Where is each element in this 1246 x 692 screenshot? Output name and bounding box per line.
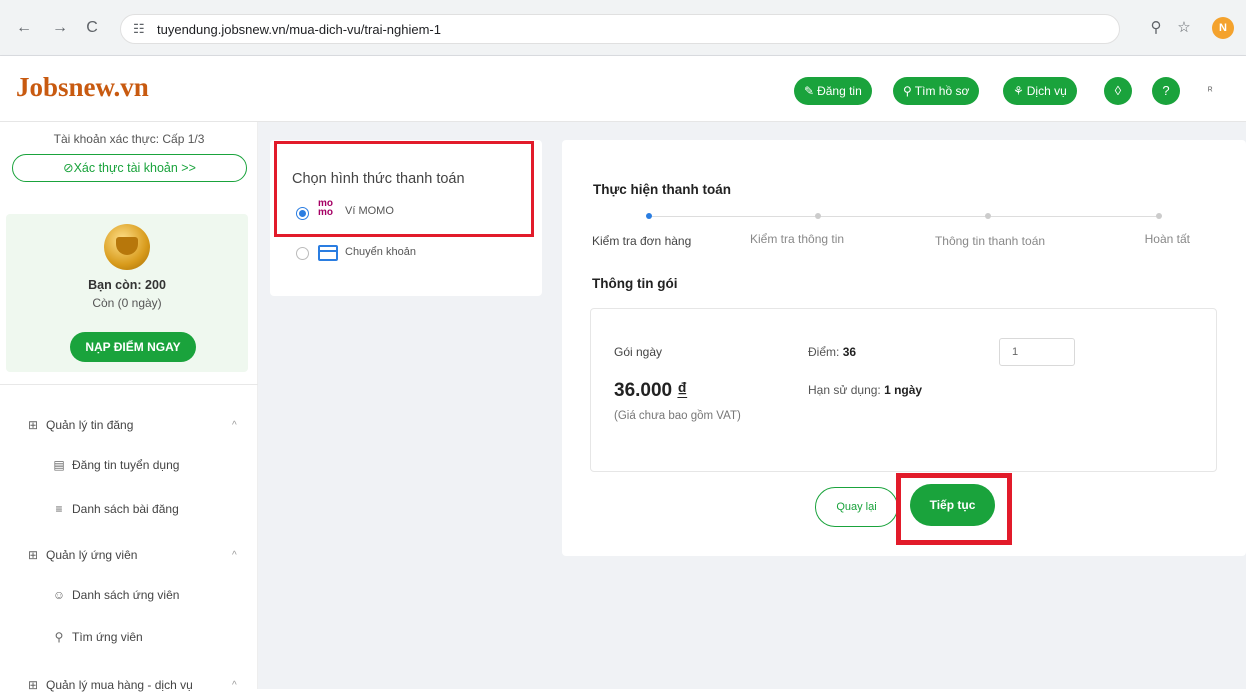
- sidebar-item-label: Quản lý tin đăng: [46, 418, 134, 432]
- list-icon: ≡: [55, 502, 63, 516]
- service-icon: ⚘: [1013, 84, 1024, 98]
- sidebar-item-label: Danh sách bài đăng: [72, 502, 179, 516]
- quantity-input[interactable]: [999, 338, 1075, 366]
- address-bar[interactable]: ☷ tuyendung.jobsnew.vn/mua-dich-vu/trai-…: [120, 14, 1120, 44]
- sidebar-item-label: Quản lý ứng viên: [46, 548, 138, 562]
- step-dot-1: [646, 213, 652, 219]
- package-expiry: Hạn sử dụng: 1 ngày: [808, 383, 922, 397]
- bookmark-star-icon[interactable]: ☆: [1174, 18, 1194, 38]
- expiry-value: 1 ngày: [884, 383, 923, 397]
- sidebar: Tài khoản xác thực: Cấp 1/3 ⊘Xác thực tà…: [0, 122, 258, 692]
- highlight-box-payment: [274, 141, 534, 237]
- reload-icon[interactable]: C: [82, 18, 102, 38]
- post-job-label: Đăng tin: [817, 84, 862, 98]
- verify-account-button[interactable]: ⊘Xác thực tài khoản >>: [12, 154, 247, 182]
- package-name: Gói ngày: [614, 345, 663, 359]
- site-logo[interactable]: Jobsnew.vn: [16, 72, 149, 103]
- package-info-title: Thông tin gói: [592, 276, 678, 291]
- url-text[interactable]: tuyendung.jobsnew.vn/mua-dich-vu/trai-ng…: [157, 22, 441, 37]
- credit-card-icon: [318, 245, 338, 261]
- sidebar-item-candidate-list[interactable]: ☺ Danh sách ứng viên: [52, 588, 180, 602]
- points-label: Điểm:: [808, 345, 840, 359]
- bank-transfer-radio[interactable]: [296, 247, 309, 260]
- medal-icon: [104, 224, 150, 270]
- highlight-box-continue: [896, 473, 1012, 545]
- search-icon: ⚲: [54, 630, 64, 644]
- edit-icon: ✎: [804, 84, 815, 98]
- site-info-icon[interactable]: ☷: [133, 21, 145, 37]
- points-value: 36: [842, 345, 857, 359]
- step-dot-4: [1156, 213, 1162, 219]
- sidebar-item-candidate-management[interactable]: ⊞ Quản lý ứng viên: [26, 548, 137, 562]
- account-level-text: Tài khoản xác thực: Cấp 1/3: [53, 132, 205, 146]
- find-resume-button[interactable]: ⚲ Tìm hồ sơ: [893, 77, 980, 105]
- sidebar-item-label: Quản lý mua hàng - dịch vụ: [46, 678, 193, 692]
- post-job-button[interactable]: ✎ Đăng tin: [794, 77, 872, 105]
- price-amount: 36.000: [614, 380, 673, 401]
- grid-icon: ⊞: [27, 678, 39, 692]
- sidebar-item-label: Đăng tin tuyển dụng: [72, 458, 180, 472]
- sidebar-item-post-list[interactable]: ≡ Danh sách bài đăng: [52, 502, 179, 516]
- stepper-line: [820, 216, 988, 217]
- divider: [0, 384, 258, 385]
- chevron-up-icon[interactable]: ^: [232, 550, 237, 561]
- days-remaining: Còn (0 ngày): [92, 296, 162, 310]
- points-card: Bạn còn: 200 Còn (0 ngày) NẠP ĐIỂM NGAY: [6, 214, 248, 372]
- back-button[interactable]: Quay lại: [815, 487, 898, 527]
- user-menu-icon[interactable]: ᴿ: [1208, 86, 1213, 97]
- help-icon[interactable]: ?: [1152, 77, 1180, 105]
- sidebar-item-post-job[interactable]: ▤ Đăng tin tuyển dụng: [52, 458, 179, 472]
- services-label: Dịch vụ: [1026, 84, 1067, 98]
- chevron-up-icon[interactable]: ^: [232, 420, 237, 431]
- package-points: Điểm: 36: [808, 345, 856, 359]
- profile-avatar[interactable]: N: [1212, 17, 1234, 39]
- search-icon: ⚲: [903, 84, 912, 98]
- zoom-icon[interactable]: ⚲: [1146, 18, 1166, 38]
- step-label-check-order: Kiểm tra đơn hàng: [592, 234, 692, 248]
- checkout-title: Thực hiện thanh toán: [593, 182, 732, 197]
- expiry-label: Hạn sử dụng:: [808, 383, 881, 397]
- stepper-line: [991, 216, 1159, 217]
- grid-icon: ⊞: [27, 548, 39, 562]
- step-dot-2: [815, 213, 821, 219]
- back-arrow-icon[interactable]: ←: [14, 18, 34, 38]
- topup-button[interactable]: NẠP ĐIỂM NGAY: [70, 332, 196, 362]
- sidebar-item-purchase-management[interactable]: ⊞ Quản lý mua hàng - dịch vụ: [26, 678, 193, 692]
- step-label-complete: Hoàn tất: [1144, 232, 1190, 246]
- notification-bell-icon[interactable]: ◊: [1104, 77, 1132, 105]
- find-resume-label: Tìm hồ sơ: [914, 84, 970, 98]
- sidebar-item-job-management[interactable]: ⊞ Quản lý tin đăng: [26, 418, 133, 432]
- services-button[interactable]: ⚘ Dịch vụ: [1003, 77, 1077, 105]
- package-price: 36.000 ₫: [614, 380, 687, 402]
- points-balance: Bạn còn: 200: [88, 278, 166, 292]
- sidebar-item-find-candidate[interactable]: ⚲ Tìm ứng viên: [52, 630, 143, 644]
- step-label-payment-info: Thông tin thanh toán: [934, 234, 1046, 248]
- chevron-up-icon[interactable]: ^: [232, 680, 237, 691]
- grid-icon: ⊞: [27, 418, 39, 432]
- app-header: Jobsnew.vn ✎ Đăng tin ⚲ Tìm hồ sơ ⚘ Dịch vụ…: [0, 56, 1246, 122]
- sidebar-item-label: Tìm ứng viên: [72, 630, 143, 644]
- bank-transfer-label[interactable]: Chuyển khoản: [345, 246, 416, 258]
- currency-symbol: ₫: [677, 380, 688, 401]
- step-dot-3: [985, 213, 991, 219]
- stepper-line: [652, 216, 817, 217]
- step-label-check-info: Kiểm tra thông tin: [750, 232, 845, 246]
- sidebar-item-label: Danh sách ứng viên: [72, 588, 180, 602]
- browser-toolbar: ← → C ☷ tuyendung.jobsnew.vn/mua-dich-vu…: [0, 0, 1246, 56]
- forward-arrow-icon[interactable]: →: [50, 18, 70, 38]
- shield-check-icon: ⊘: [63, 161, 74, 175]
- user-icon: ☺: [52, 588, 66, 602]
- verify-account-label: Xác thực tài khoản >>: [73, 161, 196, 175]
- vat-note: (Giá chưa bao gồm VAT): [614, 410, 741, 422]
- document-icon: ▤: [53, 458, 65, 472]
